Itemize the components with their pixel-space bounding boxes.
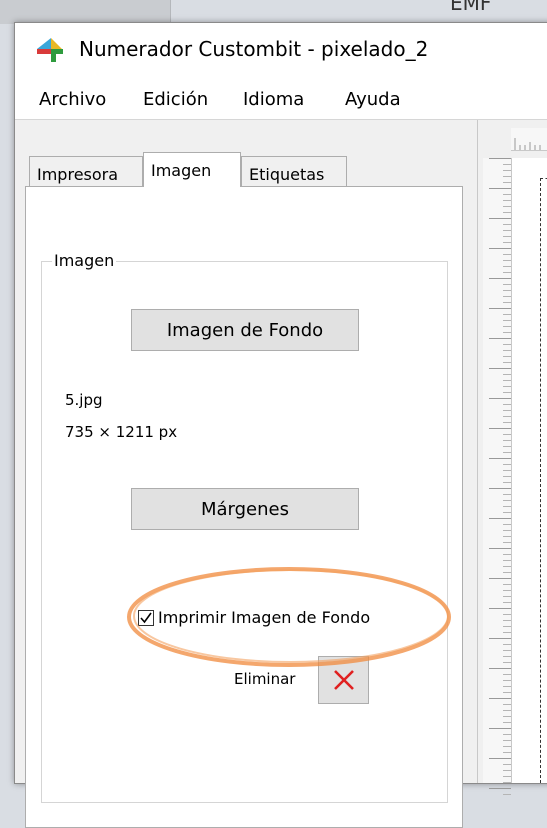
settings-panel: Impresora Imagen Etiquetas Imagen Imagen… [15, 120, 475, 828]
horizontal-ruler [511, 128, 547, 151]
print-background-checkbox-row[interactable]: Imprimir Imagen de Fondo [138, 608, 370, 627]
window-title: Numerador Custombit - pixelado_2 [79, 37, 429, 61]
tab-label: Imagen [151, 161, 212, 180]
tab-label: Impresora [37, 165, 119, 184]
close-x-icon [333, 670, 354, 690]
preview-canvas[interactable] [512, 158, 547, 783]
preview-panel [477, 120, 547, 798]
menu-bar: Archivo Edición Idioma Ayuda [15, 85, 547, 113]
menu-ayuda[interactable]: Ayuda [345, 89, 401, 110]
checkmark-icon [140, 612, 152, 623]
image-groupbox: Imagen Imagen de Fondo 5.jpg 735 × 1211 … [41, 251, 451, 803]
print-background-checkbox[interactable] [138, 609, 154, 626]
tab-label: Etiquetas [249, 165, 325, 184]
delete-label: Eliminar [234, 670, 296, 688]
desktop-background: EMF [0, 0, 547, 24]
menu-edicion[interactable]: Edición [143, 89, 208, 110]
ruler-ticks [483, 158, 511, 798]
background-text-fragment: EMF [450, 0, 492, 15]
groupbox-label: Imagen [52, 251, 117, 270]
menu-archivo[interactable]: Archivo [39, 89, 106, 110]
title-bar[interactable]: Numerador Custombit - pixelado_2 [15, 23, 547, 77]
tab-etiquetas[interactable]: Etiquetas [241, 156, 347, 187]
page-margin-guide [540, 178, 547, 783]
menu-idioma[interactable]: Idioma [243, 89, 304, 110]
tab-content-imagen: Imagen Imagen de Fondo 5.jpg 735 × 1211 … [25, 186, 463, 828]
background-window [0, 0, 171, 24]
margins-button[interactable]: Márgenes [131, 488, 359, 530]
app-logo-icon [37, 38, 63, 62]
delete-button[interactable] [318, 656, 369, 704]
image-file-name: 5.jpg [65, 391, 103, 409]
image-dimensions: 735 × 1211 px [65, 423, 178, 441]
print-background-label: Imprimir Imagen de Fondo [158, 608, 371, 627]
tab-imagen[interactable]: Imagen [143, 152, 241, 187]
app-window: Numerador Custombit - pixelado_2 Archivo… [14, 22, 547, 828]
background-image-button[interactable]: Imagen de Fondo [131, 309, 359, 351]
tab-impresora[interactable]: Impresora [29, 156, 143, 187]
ruler-ticks [514, 138, 541, 150]
client-area: Impresora Imagen Etiquetas Imagen Imagen… [15, 119, 547, 828]
vertical-ruler [483, 158, 512, 798]
